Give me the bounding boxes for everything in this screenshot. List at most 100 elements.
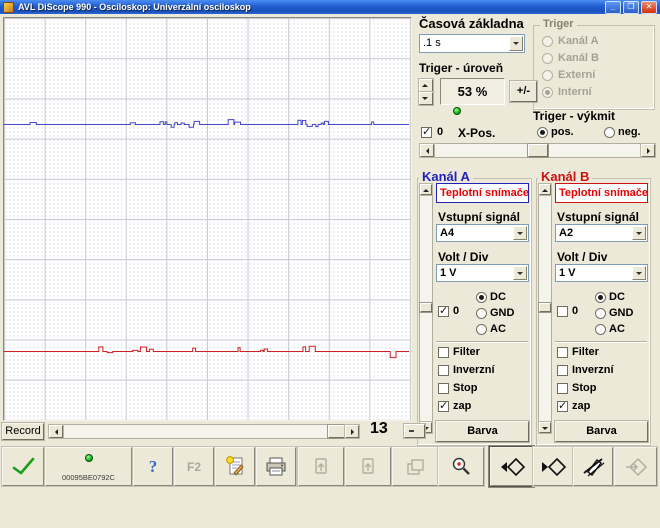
- minimize-button[interactable]: _: [605, 0, 621, 14]
- channel-b-on-checkbox[interactable]: [557, 399, 568, 412]
- slope-pos-radio[interactable]: [537, 127, 548, 138]
- record-scrollbar[interactable]: [48, 424, 360, 439]
- report-icon: [226, 455, 244, 476]
- channel-b-title: Kanál B: [538, 169, 593, 184]
- device-id: 00095BE0792C: [62, 473, 115, 482]
- channel-b-zero-label: 0: [572, 305, 579, 317]
- channel-a-color-button[interactable]: Barva: [436, 421, 529, 442]
- chevron-down-icon[interactable]: [509, 36, 523, 51]
- f2-button[interactable]: F2: [174, 447, 214, 486]
- channel-b-zero-checkbox[interactable]: [557, 306, 568, 317]
- trigger-source-kanal-b-radio[interactable]: [542, 53, 553, 64]
- channel-b-slider-thumb[interactable]: [539, 303, 551, 312]
- timebase-value: .1 s: [423, 37, 441, 49]
- import-record-button[interactable]: [298, 447, 344, 486]
- diamond-next-icon: [542, 457, 567, 476]
- trigger-source-interni-radio[interactable]: [542, 87, 553, 98]
- channel-a-voltdiv-select[interactable]: 1 V: [436, 264, 529, 282]
- channel-a-zero-checkbox[interactable]: [438, 304, 449, 317]
- channel-a-on-checkbox[interactable]: [438, 399, 449, 412]
- print-button[interactable]: [256, 447, 296, 486]
- device-status-button[interactable]: 00095BE0792C: [45, 447, 132, 486]
- channel-a-sensor-select[interactable]: Teplotní snímače: [436, 183, 529, 203]
- channel-a-filter-label: Filter: [453, 346, 480, 358]
- export-record-button[interactable]: [345, 447, 391, 486]
- chevron-down-icon[interactable]: [632, 266, 646, 280]
- xpos-scroll-left-button[interactable]: [420, 144, 434, 157]
- trigger-level-sign-button[interactable]: +/-: [510, 81, 537, 102]
- channel-b-input-select[interactable]: A2: [555, 224, 648, 242]
- scope-traces: [4, 119, 409, 359]
- record-scroll-left-button[interactable]: [49, 425, 63, 438]
- channel-b-filter-checkbox[interactable]: [557, 347, 568, 358]
- prev-record-button[interactable]: [490, 447, 533, 486]
- xpos-scroll-thumb[interactable]: [528, 144, 548, 157]
- slope-neg-radio[interactable]: [604, 127, 615, 138]
- copy-button[interactable]: [392, 447, 438, 486]
- trigger-source-externi-radio[interactable]: [542, 70, 553, 81]
- channel-a-dc-label: DC: [490, 291, 506, 303]
- trace-channel-a: [4, 119, 409, 128]
- channel-a-filter-checkbox[interactable]: [438, 347, 449, 358]
- title-bar: AVL DiScope 990 - Osciloskop: Univerzáln…: [0, 0, 660, 14]
- channel-a-slider-thumb[interactable]: [420, 303, 432, 312]
- channel-b-invert-checkbox[interactable]: [557, 365, 568, 376]
- zoom-button[interactable]: [438, 447, 484, 486]
- channel-a-ac-radio[interactable]: [476, 324, 487, 335]
- chevron-down-icon[interactable]: [513, 266, 527, 280]
- channel-b-panel: Kanál B Teplotní snímače Vstupní signál …: [536, 169, 651, 446]
- report-button[interactable]: [215, 447, 255, 486]
- channel-b-position-slider[interactable]: [538, 183, 552, 434]
- channel-b-color-button[interactable]: Barva: [555, 421, 648, 442]
- channel-b-ac-label: AC: [609, 323, 625, 335]
- record-button[interactable]: Record: [2, 423, 44, 440]
- channel-a-input-select[interactable]: A4: [436, 224, 529, 242]
- xpos-scrollbar[interactable]: [419, 143, 656, 158]
- channel-b-stop-label: Stop: [572, 382, 597, 394]
- channel-a-invert-checkbox[interactable]: [438, 365, 449, 376]
- xpos-scroll-right-button[interactable]: [641, 144, 655, 157]
- channel-b-gnd-label: GND: [609, 307, 634, 319]
- channel-a-slider-up-button[interactable]: [420, 184, 432, 195]
- timebase-select[interactable]: .1 s: [419, 34, 525, 53]
- channel-b-slider-down-button[interactable]: [539, 422, 551, 433]
- channel-a-stop-checkbox[interactable]: [438, 383, 449, 394]
- go-record-button[interactable]: [614, 447, 657, 486]
- trigger-level-down-button[interactable]: [419, 92, 433, 105]
- record-scroll-right-button[interactable]: [345, 425, 359, 438]
- channel-a-position-slider[interactable]: [419, 183, 433, 434]
- diamond-prev-icon: [500, 457, 525, 476]
- ok-button[interactable]: [2, 447, 44, 486]
- channel-b-dc-radio[interactable]: [595, 292, 606, 303]
- record-scroll-thumb[interactable]: [328, 425, 345, 438]
- trigger-source-interni-label: Interní: [558, 86, 592, 98]
- no-edit-button[interactable]: [573, 447, 613, 486]
- xpos-zero-checkbox[interactable]: [421, 125, 432, 138]
- slope-pos-label: pos.: [551, 126, 574, 138]
- record-spin-button[interactable]: [404, 424, 425, 438]
- channel-b-stop-checkbox[interactable]: [557, 383, 568, 394]
- channel-a-input-label: Vstupní signál: [438, 210, 521, 224]
- channel-a-gnd-radio[interactable]: [476, 308, 487, 319]
- channel-a-zero-label: 0: [453, 305, 460, 317]
- channel-a-title: Kanál A: [419, 169, 473, 184]
- help-button[interactable]: ?: [133, 447, 173, 486]
- channel-b-slider-up-button[interactable]: [539, 184, 551, 195]
- oscilloscope-display: [3, 17, 412, 421]
- timebase-heading: Časová základna: [419, 16, 524, 31]
- pen-slash-icon: [583, 457, 605, 476]
- next-record-button[interactable]: [533, 447, 573, 486]
- trigger-level-up-button[interactable]: [419, 79, 433, 92]
- chevron-down-icon[interactable]: [513, 226, 527, 240]
- channel-b-gnd-radio[interactable]: [595, 308, 606, 319]
- channel-b-sensor-select[interactable]: Teplotní snímače: [555, 183, 648, 203]
- channel-b-voltdiv-select[interactable]: 1 V: [555, 264, 648, 282]
- channel-b-ac-radio[interactable]: [595, 324, 606, 335]
- device-led-icon: [85, 454, 93, 462]
- close-button[interactable]: ✕: [641, 0, 657, 14]
- trigger-source-kanal-a-radio[interactable]: [542, 36, 553, 47]
- channel-a-dc-radio[interactable]: [476, 292, 487, 303]
- trigger-source-group: Triger Kanál A Kanál B Externí Interní: [533, 18, 655, 110]
- chevron-down-icon[interactable]: [632, 226, 646, 240]
- restore-button[interactable]: ❐: [623, 0, 639, 14]
